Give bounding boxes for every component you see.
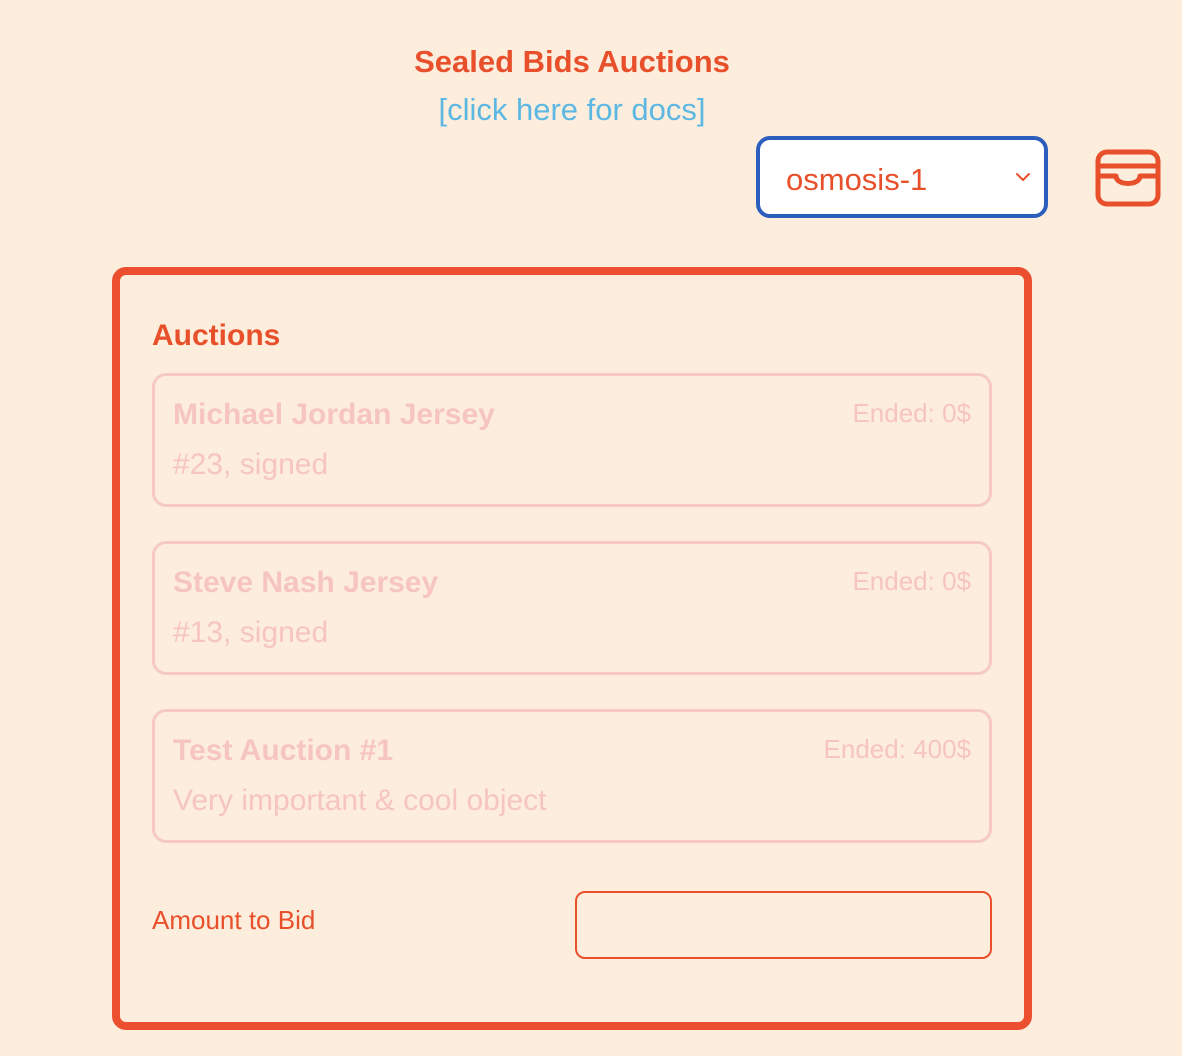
chain-select[interactable]: osmosis-1	[756, 136, 1048, 218]
auction-description: #13, signed	[173, 616, 329, 649]
docs-link[interactable]: [click here for docs]	[0, 92, 1144, 128]
chain-select-value: osmosis-1	[786, 162, 928, 197]
auction-description: Very important & cool object	[173, 784, 547, 817]
auction-name: Test Auction #1	[173, 734, 394, 767]
auction-description: #23, signed	[173, 448, 329, 481]
chevron-down-icon	[1014, 168, 1032, 191]
auction-item[interactable]: Michael Jordan Jersey #23, signed Ended:…	[152, 373, 992, 507]
auctions-card: Auctions Michael Jordan Jersey #23, sign…	[112, 267, 1032, 1030]
auction-item[interactable]: Test Auction #1 Very important & cool ob…	[152, 709, 992, 843]
auction-item[interactable]: Steve Nash Jersey #13, signed Ended: 0$	[152, 541, 992, 675]
bid-amount-label: Amount to Bid	[152, 905, 316, 935]
wallet-button[interactable]	[1092, 144, 1164, 210]
auction-status: Ended: 400$	[823, 734, 971, 764]
auction-status: Ended: 0$	[852, 398, 971, 428]
auction-name: Michael Jordan Jersey	[173, 398, 495, 431]
page: Sealed Bids Auctions [click here for doc…	[0, 0, 1182, 1056]
auction-status: Ended: 0$	[852, 566, 971, 596]
auctions-heading: Auctions	[152, 319, 281, 352]
app-title: Sealed Bids Auctions	[414, 44, 730, 79]
auction-name: Steve Nash Jersey	[173, 566, 439, 599]
bid-amount-input[interactable]	[575, 891, 992, 959]
wallet-icon	[1095, 149, 1161, 207]
